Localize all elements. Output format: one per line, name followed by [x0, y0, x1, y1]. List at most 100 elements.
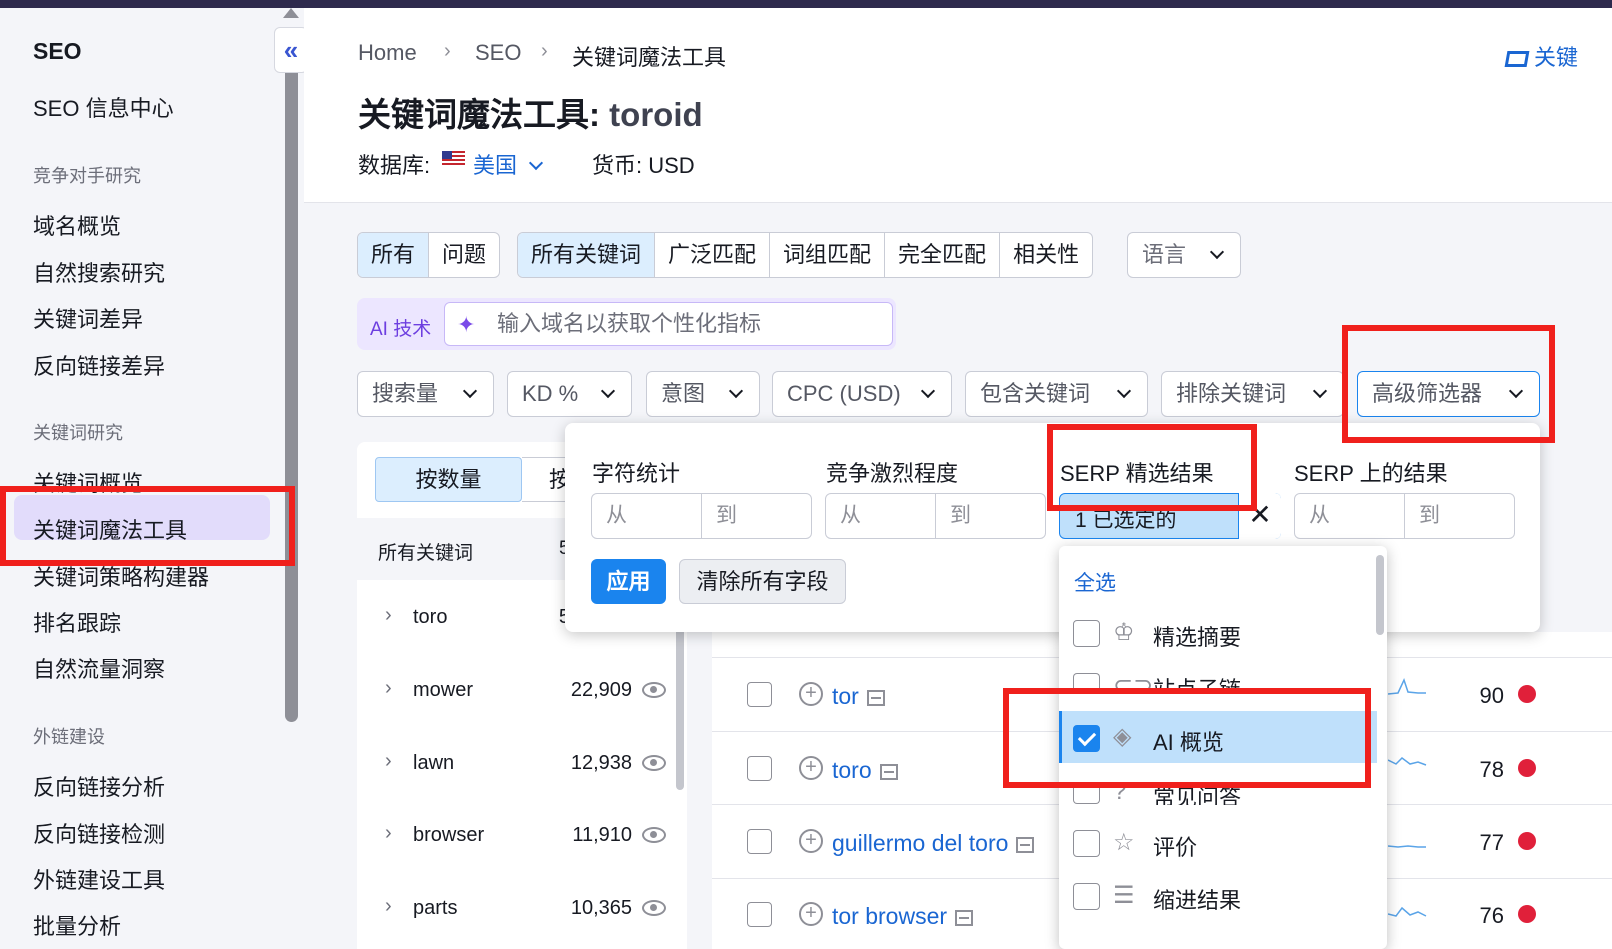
keyword-link[interactable]: tor	[832, 683, 885, 710]
serp-option-reviews[interactable]	[1059, 818, 1377, 870]
filter-exclude-keywords[interactable]: 排除关键词	[1161, 371, 1344, 417]
eye-icon[interactable]	[642, 755, 666, 771]
add-keyword-plus-icon[interactable]: +	[799, 682, 823, 706]
filter-volume[interactable]: 搜索量	[357, 371, 494, 417]
keyword-link[interactable]: tor browser	[832, 903, 974, 930]
group-keyword[interactable]: mower	[413, 679, 473, 702]
competition-from-input[interactable]: 从	[826, 494, 936, 538]
top-bar	[0, 0, 1612, 8]
filter-include-label: 包含关键词	[980, 381, 1091, 406]
option-checkbox[interactable]	[1073, 620, 1100, 647]
sidebar-item-backlink-analytics[interactable]: 反向链接分析	[33, 770, 165, 802]
sidebar-scroll-up-icon[interactable]	[283, 8, 299, 18]
tab-questions[interactable]: 问题	[429, 233, 499, 277]
apply-button[interactable]: 应用	[591, 559, 666, 604]
sidebar-item-keyword-gap[interactable]: 关键词差异	[33, 302, 143, 334]
sidebar-item-organic-traffic-insights[interactable]: 自然流量洞察	[33, 652, 165, 684]
expand-chevron-icon[interactable]: ›	[385, 895, 392, 918]
sidebar-item-backlink-gap[interactable]: 反向链接差异	[33, 349, 165, 381]
expand-chevron-icon[interactable]: ›	[385, 677, 392, 700]
sidebar-item-backlink-audit[interactable]: 反向链接检测	[33, 817, 165, 849]
competition-to-input[interactable]: 到	[936, 494, 1045, 538]
collapse-sidebar-button[interactable]: «	[274, 27, 308, 73]
chevron-down-icon	[1116, 383, 1132, 399]
sidebar-scrollbar[interactable]	[285, 58, 298, 722]
label-serp-results: SERP 上的结果	[1294, 461, 1448, 486]
serp-icon[interactable]	[879, 763, 898, 780]
clear-all-fields-button[interactable]: 清除所有字段	[679, 559, 846, 604]
sidebar-item-link-building-tool[interactable]: 外链建设工具	[33, 863, 165, 895]
eye-icon[interactable]	[642, 827, 666, 843]
trend-sparkline	[1388, 906, 1427, 917]
option-checkbox[interactable]	[1073, 883, 1100, 910]
filter-cpc[interactable]: CPC (USD)	[772, 371, 952, 417]
tab-by-number[interactable]: 按数量	[375, 457, 522, 502]
tab-phrase-match[interactable]: 词组匹配	[770, 233, 886, 277]
expand-chevron-icon[interactable]: ›	[385, 822, 392, 845]
tab-all[interactable]: 所有	[358, 233, 430, 277]
sidebar-item-bulk-analysis[interactable]: 批量分析	[33, 909, 121, 941]
kd-value: 78	[1479, 757, 1504, 782]
kd-difficulty-dot	[1518, 685, 1536, 703]
select-all-link[interactable]: 全选	[1074, 567, 1116, 597]
add-keyword-plus-icon[interactable]: +	[799, 756, 823, 780]
database-selector[interactable]: 美国	[473, 148, 544, 180]
keyword-text: tor browser	[832, 903, 948, 929]
filter-intent[interactable]: 意图	[646, 371, 760, 417]
filter-include-keywords[interactable]: 包含关键词	[965, 371, 1148, 417]
domain-input[interactable]: 输入域名以获取个性化指标	[444, 302, 893, 346]
expand-chevron-icon[interactable]: ›	[385, 750, 392, 773]
tab-related[interactable]: 相关性	[1000, 233, 1092, 277]
group-keyword[interactable]: browser	[413, 824, 484, 847]
row-checkbox[interactable]	[747, 756, 772, 781]
serp-results-to-input[interactable]: 到	[1405, 494, 1514, 538]
row-checkbox[interactable]	[747, 682, 772, 707]
eye-icon[interactable]	[642, 682, 666, 698]
word-count-from-input[interactable]: 从	[592, 494, 702, 538]
breadcrumb-home[interactable]: Home	[358, 40, 417, 66]
language-dropdown[interactable]: 语言	[1127, 232, 1241, 278]
option-checkbox[interactable]	[1073, 830, 1100, 857]
breadcrumb-seo[interactable]: SEO	[475, 40, 521, 66]
dropdown-scrollbar[interactable]	[1376, 555, 1384, 635]
sidebar-item-domain-overview[interactable]: 域名概览	[33, 209, 121, 241]
serp-results-range: 从 到	[1294, 493, 1515, 539]
keyword-link[interactable]: toro	[832, 757, 898, 784]
filter-intent-label: 意图	[661, 381, 706, 406]
filter-kd-label: KD %	[522, 381, 579, 406]
serp-icon[interactable]	[1016, 836, 1035, 853]
filter-kd[interactable]: KD %	[507, 371, 632, 417]
indent-icon: ☰	[1113, 882, 1135, 909]
keyword-link[interactable]: guillermo del toro	[832, 830, 1035, 857]
word-count-to-input[interactable]: 到	[702, 494, 811, 538]
sidebar-title: SEO	[33, 38, 82, 64]
crown-icon: ♔	[1113, 619, 1135, 646]
tab-broad-match[interactable]: 广泛匹配	[655, 233, 771, 277]
eye-icon[interactable]	[642, 900, 666, 916]
tab-exact-match[interactable]: 完全匹配	[885, 233, 1001, 277]
highlight-box-serp-features	[1047, 424, 1257, 511]
sidebar-item-organic-research[interactable]: 自然搜索研究	[33, 256, 165, 288]
group-keyword[interactable]: toro	[413, 606, 447, 629]
groups-header-label: 所有关键词	[378, 543, 474, 564]
add-keyword-plus-icon[interactable]: +	[799, 902, 823, 926]
groups-scrollbar[interactable]	[676, 620, 684, 790]
ai-tag: AI 技术	[370, 319, 432, 340]
group-keyword[interactable]: lawn	[413, 752, 454, 775]
option-checkbox[interactable]	[1073, 787, 1100, 804]
serp-results-from-input[interactable]: 从	[1295, 494, 1405, 538]
add-keyword-plus-icon[interactable]: +	[799, 829, 823, 853]
kd-difficulty-dot	[1518, 759, 1536, 777]
group-keyword[interactable]: parts	[413, 897, 457, 920]
page-title-prefix: 关键词魔法工具:	[358, 96, 600, 133]
expand-chevron-icon[interactable]: ›	[385, 604, 392, 627]
row-checkbox[interactable]	[747, 829, 772, 854]
row-checkbox[interactable]	[747, 902, 772, 927]
tab-all-keywords[interactable]: 所有关键词	[518, 233, 656, 277]
sidebar-item-position-tracking[interactable]: 排名跟踪	[33, 606, 121, 638]
help-link[interactable]: 关键	[1504, 40, 1578, 72]
sidebar-section-link-building: 外链建设	[33, 727, 105, 747]
serp-icon[interactable]	[866, 689, 885, 706]
sidebar-item-seo-dashboard[interactable]: SEO 信息中心	[33, 91, 174, 123]
serp-icon[interactable]	[955, 909, 974, 926]
